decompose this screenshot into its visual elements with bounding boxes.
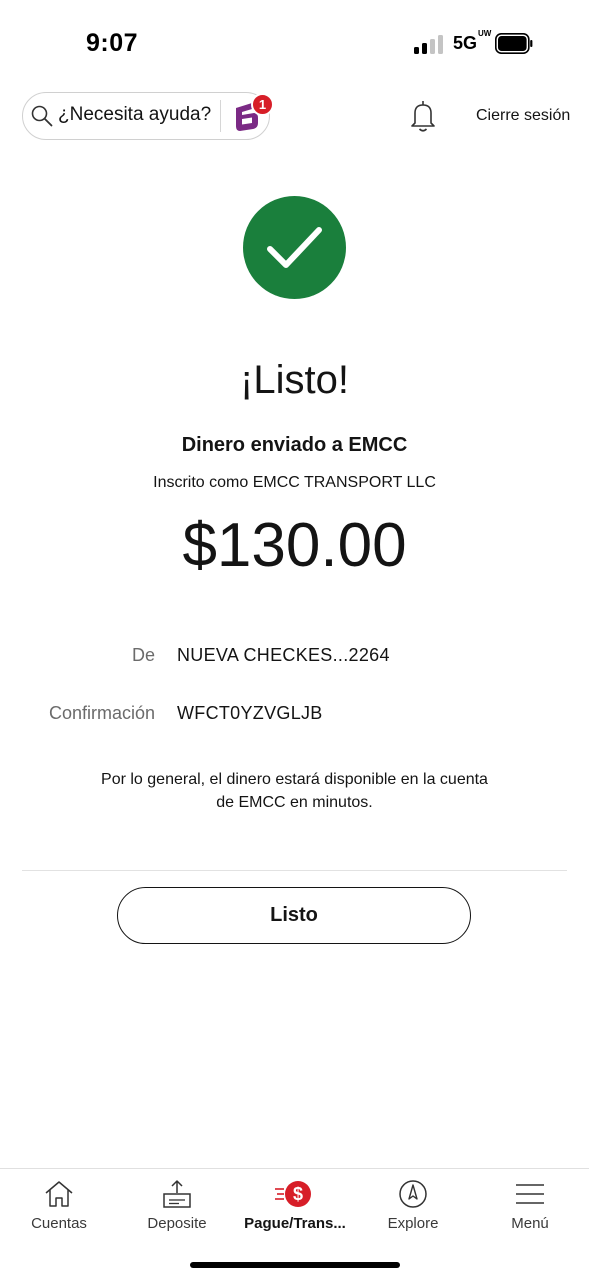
nav-label-cuentas: Cuentas	[31, 1215, 87, 1232]
menu-icon	[516, 1184, 544, 1204]
nav-item-cuentas[interactable]: Cuentas	[0, 1169, 118, 1249]
success-title: ¡Listo!	[240, 358, 349, 402]
nav-item-pague-trans[interactable]: $ Pague/Trans...	[236, 1169, 354, 1249]
from-account-value: NUEVA CHECKES...2264	[177, 645, 390, 665]
nav-item-deposite[interactable]: Deposite	[118, 1169, 236, 1249]
nav-item-menu[interactable]: Menú	[471, 1169, 589, 1249]
nav-label-deposite: Deposite	[147, 1215, 207, 1232]
help-divider	[220, 100, 221, 132]
home-indicator	[190, 1262, 400, 1268]
signal-strength-icon	[414, 34, 444, 54]
from-label: De	[131, 645, 155, 665]
enrolled-as-text: Inscrito como EMCC TRANSPORT LLC	[153, 474, 436, 491]
availability-note: Por lo general, el dinero estará disponi…	[70, 768, 519, 814]
done-button[interactable]: Listo	[117, 887, 471, 944]
battery-icon	[495, 33, 533, 54]
compass-icon	[399, 1180, 427, 1208]
success-check-icon	[243, 196, 346, 299]
pay-transfer-icon: $	[275, 1181, 311, 1207]
status-bar: 9:07 5GUW	[0, 0, 589, 80]
deposit-icon	[163, 1180, 191, 1208]
search-icon	[31, 105, 53, 127]
nav-label-explore: Explore	[387, 1215, 439, 1232]
amount-value: $130.00	[182, 511, 407, 580]
confirmation-number-value: WFCT0YZVGLJB	[177, 703, 323, 723]
nav-label-menu: Menú	[511, 1215, 549, 1232]
bell-icon[interactable]	[408, 99, 438, 133]
network-indicator: 5GUW	[453, 29, 492, 54]
confirmation-label: Confirmación	[48, 703, 155, 723]
money-sent-heading: Dinero enviado a EMCC	[181, 434, 408, 456]
note-line-2: de EMCC en minutos.	[216, 794, 373, 811]
home-icon	[45, 1181, 73, 1207]
nav-label-pague-trans: Pague/Trans...	[244, 1215, 346, 1232]
divider	[22, 870, 567, 871]
help-search-input[interactable]: ¿Necesita ayuda?	[58, 104, 211, 126]
logout-link[interactable]: Cierre sesión	[476, 107, 570, 125]
nav-item-explore[interactable]: Explore	[354, 1169, 472, 1249]
note-line-1: Por lo general, el dinero estará disponi…	[101, 771, 488, 788]
svg-text:$: $	[293, 1184, 303, 1204]
status-time: 9:07	[86, 29, 139, 57]
notification-badge: 1	[251, 93, 274, 116]
